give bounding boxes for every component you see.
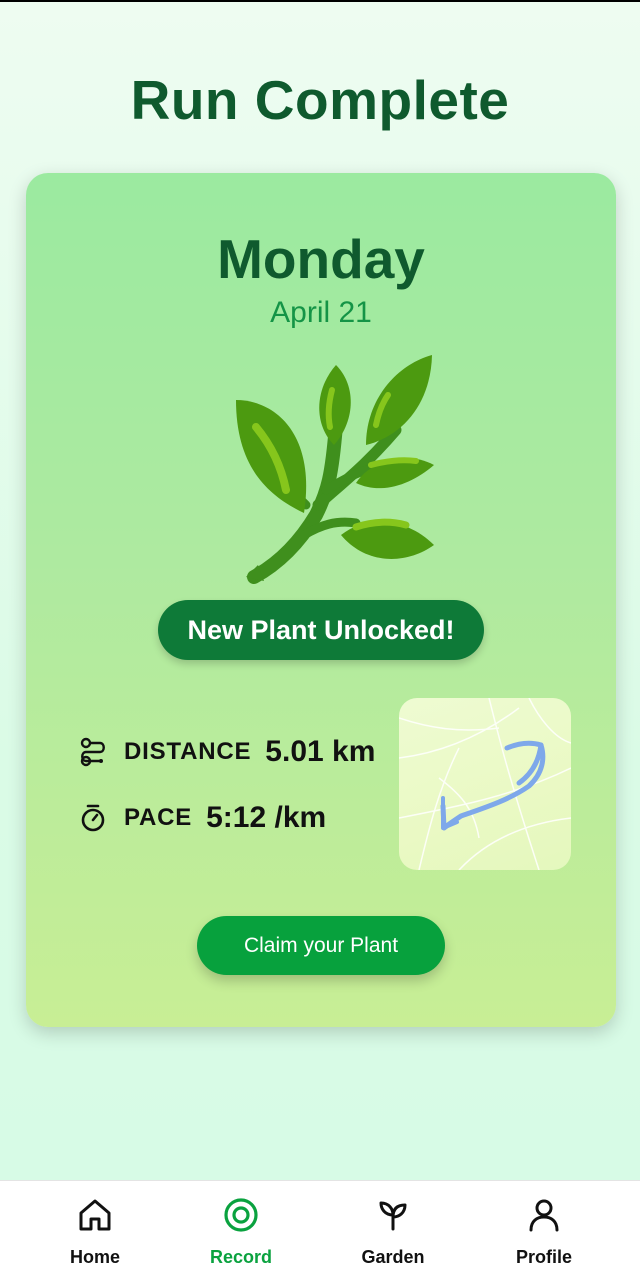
pace-stat: PACE 5:12 /km xyxy=(78,798,326,838)
claim-plant-button[interactable]: Claim your Plant xyxy=(197,916,445,975)
run-summary-card: Monday April 21 New Plant Unlocked! DIST… xyxy=(26,173,616,1027)
pace-value: 5:12 /km xyxy=(206,801,327,834)
nav-profile[interactable]: Profile xyxy=(489,1197,599,1268)
nav-profile-label: Profile xyxy=(515,1247,572,1267)
leafy-branch-icon xyxy=(236,355,434,584)
distance-stat: DISTANCE 5.01 km xyxy=(78,732,375,772)
nav-record-label: Record xyxy=(209,1247,272,1267)
record-icon xyxy=(224,1198,258,1232)
route-map-graphic xyxy=(399,698,571,870)
nav-garden-label: Garden xyxy=(361,1247,425,1267)
bottom-nav: Home Record Garden Profile xyxy=(0,1180,640,1278)
nav-record[interactable]: Record xyxy=(186,1197,296,1268)
day-name: Monday xyxy=(217,228,425,290)
nav-home-label: Home xyxy=(69,1247,120,1267)
route-map[interactable] xyxy=(399,698,571,870)
nav-home[interactable]: Home xyxy=(40,1197,150,1268)
distance-label: DISTANCE xyxy=(124,738,252,765)
pace-label: PACE xyxy=(124,804,193,831)
route-icon xyxy=(80,737,105,767)
page-title: Run Complete xyxy=(130,69,510,131)
stopwatch-icon xyxy=(81,804,105,832)
run-date: April 21 xyxy=(270,296,372,329)
sprout-icon xyxy=(379,1201,407,1231)
nav-garden[interactable]: Garden xyxy=(338,1197,448,1268)
home-icon xyxy=(79,1199,111,1231)
user-icon xyxy=(529,1199,559,1232)
new-plant-badge: New Plant Unlocked! xyxy=(158,600,484,660)
distance-value: 5.01 km xyxy=(265,735,376,768)
top-border xyxy=(0,0,640,2)
